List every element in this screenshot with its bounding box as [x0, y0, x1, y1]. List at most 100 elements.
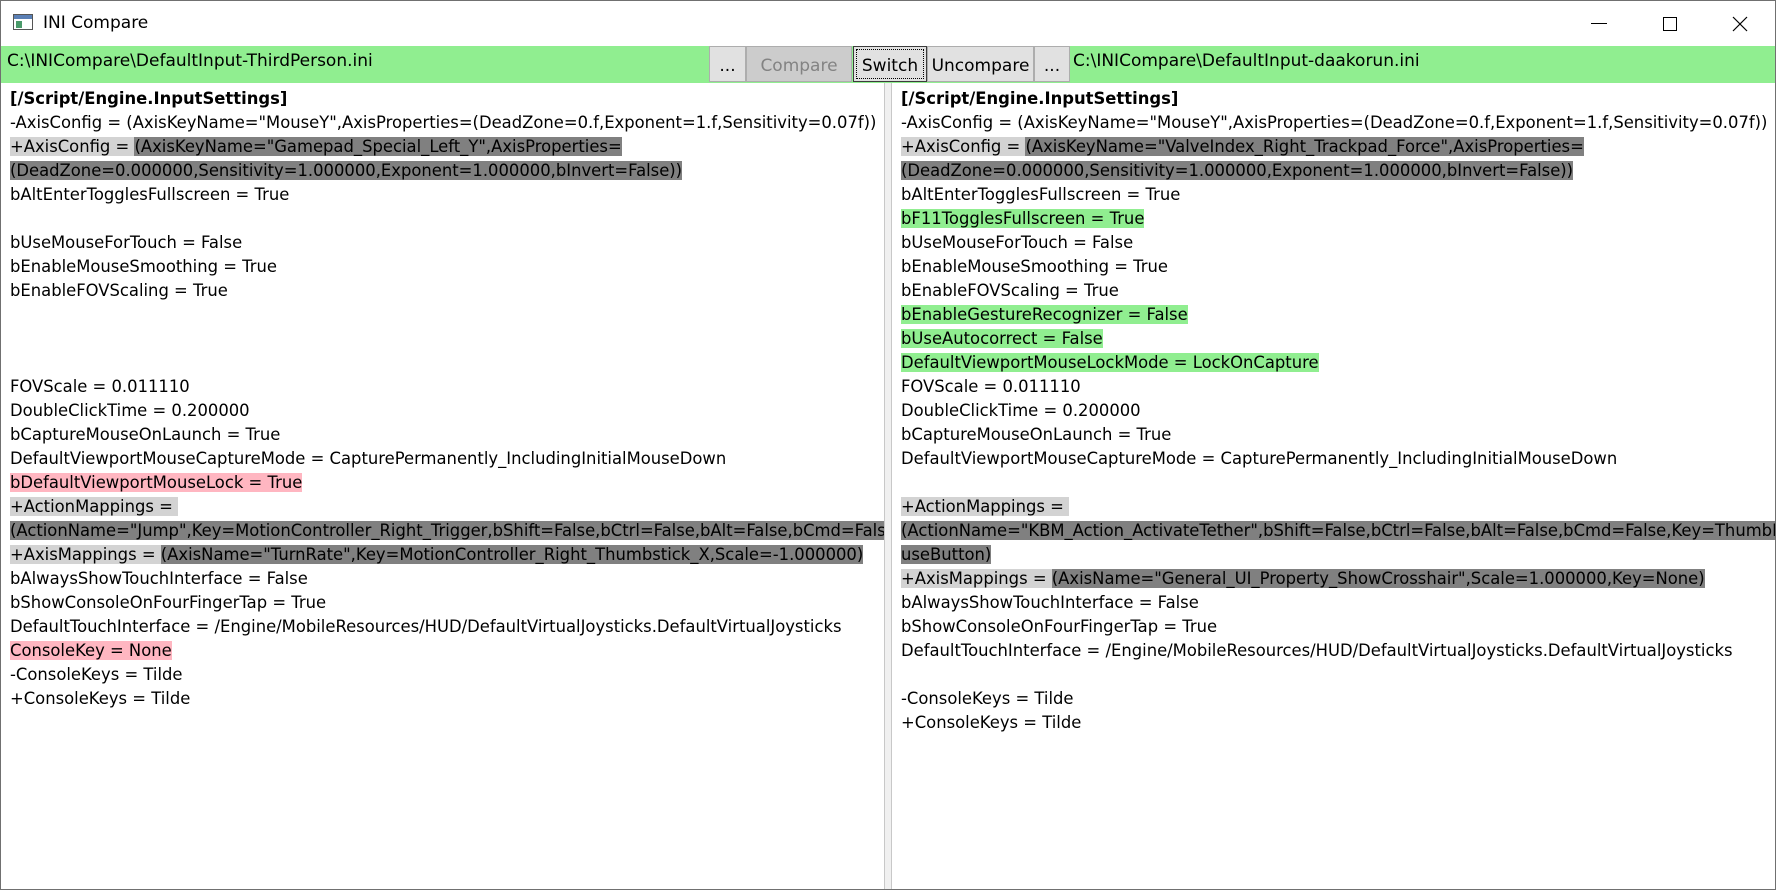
line-text: -AxisConfig = (AxisKeyName="MouseY",Axis…	[10, 113, 877, 132]
line-text: bShowConsoleOnFourFingerTap = True	[10, 593, 327, 612]
diff-highlight: (DeadZone=0.000000,Sensitivity=1.000000,…	[901, 161, 1574, 180]
text-line: +AxisMappings = (AxisName="General_UI_Pr…	[901, 567, 1775, 591]
close-icon	[1732, 16, 1748, 31]
line-text: bAltEnterTogglesFullscreen = True	[10, 185, 290, 204]
line-text: bAltEnterTogglesFullscreen = True	[901, 185, 1181, 204]
diff-highlight: useButton)	[901, 545, 992, 564]
minimize-icon	[1591, 23, 1607, 24]
text-line: bF11TogglesFullscreen = True	[901, 207, 1775, 231]
browse-right-button[interactable]: ...	[1034, 46, 1070, 82]
line-text: bUseMouseForTouch = False	[10, 233, 243, 252]
text-line: bDefaultViewportMouseLock = True	[10, 471, 884, 495]
line-text: bUseMouseForTouch = False	[901, 233, 1134, 252]
pane-splitter[interactable]	[884, 83, 892, 889]
app-icon	[13, 14, 33, 30]
line-text: +ConsoleKeys = Tilde	[10, 689, 191, 708]
toolbar: C:\INICompare\DefaultInput-ThirdPerson.i…	[1, 46, 1775, 83]
line-text: [/Script/Engine.InputSettings]	[901, 89, 1179, 108]
text-line: DoubleClickTime = 0.200000	[901, 399, 1775, 423]
diff-highlight: (AxisKeyName="Gamepad_Special_Left_Y",Ax…	[134, 137, 622, 156]
window-title: INI Compare	[43, 13, 149, 33]
title-bar[interactable]: INI Compare	[1, 1, 1775, 46]
line-text: DefaultViewportMouseCaptureMode = Captur…	[10, 449, 727, 468]
line-text: FOVScale = 0.011110	[901, 377, 1081, 396]
text-line: FOVScale = 0.011110	[10, 375, 884, 399]
line-text: FOVScale = 0.011110	[10, 377, 190, 396]
line-text: bEnableMouseSmoothing = True	[901, 257, 1168, 276]
line-text: -ConsoleKeys = Tilde	[10, 665, 183, 684]
diff-highlight: +ActionMappings =	[10, 497, 179, 516]
text-line: DefaultViewportMouseLockMode = LockOnCap…	[901, 351, 1775, 375]
text-line: useButton)	[901, 543, 1775, 567]
text-line: bUseMouseForTouch = False	[901, 231, 1775, 255]
diff-highlight: bUseAutocorrect = False	[901, 329, 1103, 348]
text-line	[10, 207, 884, 231]
text-line: ConsoleKey = None	[10, 639, 884, 663]
diff-highlight: +AxisConfig =	[901, 137, 1026, 156]
text-line: +ActionMappings =	[901, 495, 1775, 519]
close-button[interactable]	[1705, 1, 1775, 46]
diff-highlight: bDefaultViewportMouseLock = True	[10, 473, 303, 492]
text-line: DoubleClickTime = 0.200000	[10, 399, 884, 423]
line-text: bAlwaysShowTouchInterface = False	[901, 593, 1199, 612]
line-text: -ConsoleKeys = Tilde	[901, 689, 1074, 708]
text-line: bShowConsoleOnFourFingerTap = True	[10, 591, 884, 615]
text-line: bEnableMouseSmoothing = True	[10, 255, 884, 279]
text-line: -ConsoleKeys = Tilde	[10, 663, 884, 687]
line-text: [/Script/Engine.InputSettings]	[10, 89, 288, 108]
maximize-button[interactable]	[1635, 1, 1705, 46]
right-file-path: C:\INICompare\DefaultInput-daakorun.ini	[1073, 51, 1420, 71]
minimize-button[interactable]	[1564, 1, 1634, 46]
text-line: DefaultTouchInterface = /Engine/MobileRe…	[10, 615, 884, 639]
diff-highlight: +AxisMappings =	[901, 569, 1052, 588]
text-line	[901, 663, 1775, 687]
left-text-pane[interactable]: [/Script/Engine.InputSettings] -AxisConfi…	[1, 83, 884, 889]
diff-highlight: bEnableGestureRecognizer = False	[901, 305, 1188, 324]
text-line: bAlwaysShowTouchInterface = False	[901, 591, 1775, 615]
line-text: DoubleClickTime = 0.200000	[901, 401, 1141, 420]
text-line: DefaultViewportMouseCaptureMode = Captur…	[901, 447, 1775, 471]
line-text: DefaultTouchInterface = /Engine/MobileRe…	[10, 617, 842, 636]
switch-button[interactable]: Switch	[853, 46, 927, 82]
diff-highlight: (AxisName="General_UI_Property_ShowCross…	[1051, 569, 1705, 588]
uncompare-button[interactable]: Uncompare	[927, 46, 1034, 82]
maximize-icon	[1663, 16, 1677, 31]
diff-highlight: (DeadZone=0.000000,Sensitivity=1.000000,…	[10, 161, 683, 180]
browse-left-button[interactable]: ...	[709, 46, 746, 82]
text-line: -AxisConfig = (AxisKeyName="MouseY",Axis…	[10, 111, 884, 135]
diff-highlight: +ActionMappings =	[901, 497, 1070, 516]
line-text: bShowConsoleOnFourFingerTap = True	[901, 617, 1218, 636]
text-line: bEnableFOVScaling = True	[10, 279, 884, 303]
text-line: (DeadZone=0.000000,Sensitivity=1.000000,…	[10, 159, 884, 183]
line-text: bCaptureMouseOnLaunch = True	[10, 425, 281, 444]
text-line	[10, 351, 884, 375]
line-text: DefaultViewportMouseCaptureMode = Captur…	[901, 449, 1618, 468]
diff-highlight: +AxisConfig =	[10, 137, 135, 156]
text-line: -ConsoleKeys = Tilde	[901, 687, 1775, 711]
text-line: +AxisMappings = (AxisName="TurnRate",Key…	[10, 543, 884, 567]
line-text: bEnableFOVScaling = True	[901, 281, 1119, 300]
text-line: (DeadZone=0.000000,Sensitivity=1.000000,…	[901, 159, 1775, 183]
line-text: DefaultTouchInterface = /Engine/MobileRe…	[901, 641, 1733, 660]
text-line: (ActionName="KBM_Action_ActivateTether",…	[901, 519, 1775, 543]
text-line: bEnableFOVScaling = True	[901, 279, 1775, 303]
text-line: +ActionMappings =	[10, 495, 884, 519]
text-line: +ConsoleKeys = Tilde	[10, 687, 884, 711]
text-line: -AxisConfig = (AxisKeyName="MouseY",Axis…	[901, 111, 1775, 135]
diff-highlight: (ActionName="KBM_Action_ActivateTether",…	[901, 521, 1775, 540]
text-line: DefaultViewportMouseCaptureMode = Captur…	[10, 447, 884, 471]
text-line: bCaptureMouseOnLaunch = True	[10, 423, 884, 447]
compare-button[interactable]: Compare	[746, 46, 852, 82]
text-line: bUseAutocorrect = False	[901, 327, 1775, 351]
text-line	[901, 471, 1775, 495]
text-line	[10, 303, 884, 327]
line-text: bCaptureMouseOnLaunch = True	[901, 425, 1172, 444]
line-text: +ConsoleKeys = Tilde	[901, 713, 1082, 732]
diff-highlight: bF11TogglesFullscreen = True	[901, 209, 1145, 228]
diff-highlight: ConsoleKey = None	[10, 641, 172, 660]
text-line: bShowConsoleOnFourFingerTap = True	[901, 615, 1775, 639]
left-file-path: C:\INICompare\DefaultInput-ThirdPerson.i…	[7, 51, 373, 71]
text-line: +AxisConfig = (AxisKeyName="ValveIndex_R…	[901, 135, 1775, 159]
diff-highlight: (AxisName="TurnRate",Key=MotionControlle…	[160, 545, 864, 564]
right-text-pane[interactable]: [/Script/Engine.InputSettings] -AxisConfi…	[892, 83, 1775, 889]
